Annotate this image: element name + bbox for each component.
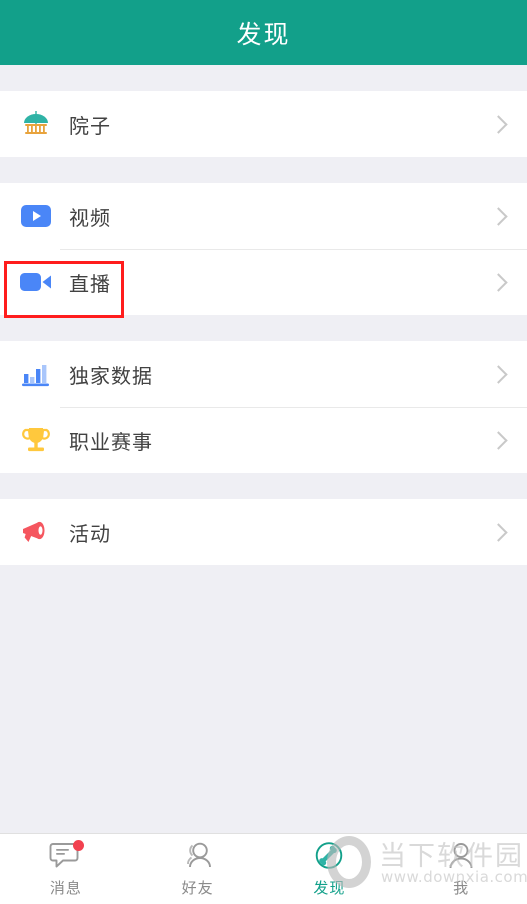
section-gap: [0, 315, 527, 341]
discover-list: 院子 视频 直播 独家数据 职业赛事 活动: [0, 65, 527, 833]
trophy-icon: [19, 423, 53, 457]
unread-badge: [72, 839, 84, 851]
chevron-right-icon: [489, 114, 508, 134]
section-gap: [0, 473, 527, 499]
list-group-2: 视频 直播: [0, 183, 527, 315]
list-item-live[interactable]: 直播: [0, 249, 527, 315]
tab-discover[interactable]: 发现: [264, 834, 396, 904]
list-item-video[interactable]: 视频: [0, 183, 527, 249]
list-item-exclusive-data[interactable]: 独家数据: [0, 341, 527, 407]
list-item-activities[interactable]: 活动: [0, 499, 527, 565]
tab-label: 我: [453, 878, 470, 897]
chevron-right-icon: [489, 522, 508, 542]
chevron-right-icon: [489, 206, 508, 226]
bar-chart-icon: [19, 357, 53, 391]
chevron-right-icon: [489, 272, 508, 292]
chat-bubble-icon: [49, 839, 84, 872]
list-item-label: 活动: [69, 521, 111, 546]
app-screen: 发现 院子 视频 直播 独家数据 职业赛事 活动 当下软件园 www.downx…: [0, 0, 527, 904]
tab-label: 消息: [49, 878, 82, 897]
page-header: 发现: [0, 0, 527, 65]
tab-messages[interactable]: 消息: [0, 834, 132, 904]
list-item-label: 独家数据: [69, 363, 153, 388]
list-item-label: 职业赛事: [69, 429, 153, 454]
page-title: 发现: [236, 19, 291, 49]
list-group-3: 独家数据 职业赛事: [0, 341, 527, 473]
tab-label: 好友: [181, 878, 214, 897]
video-play-icon: [19, 199, 53, 233]
chevron-right-icon: [489, 364, 508, 384]
list-group-4: 活动: [0, 499, 527, 565]
section-gap: [0, 157, 527, 183]
profile-icon: [444, 841, 478, 872]
list-item-courtyard[interactable]: 院子: [0, 91, 527, 157]
tab-label: 发现: [313, 878, 346, 897]
parasol-icon: [19, 107, 53, 141]
list-item-label: 直播: [69, 271, 111, 296]
megaphone-icon: [19, 515, 53, 549]
friends-icon: [181, 841, 215, 872]
list-item-pro-events[interactable]: 职业赛事: [0, 407, 527, 473]
live-camera-icon: [19, 265, 53, 299]
section-gap: [0, 65, 527, 91]
list-item-label: 院子: [69, 113, 111, 138]
bone-compass-icon: [312, 841, 346, 872]
tab-friends[interactable]: 好友: [132, 834, 264, 904]
list-group-1: 院子: [0, 91, 527, 157]
chevron-right-icon: [489, 430, 508, 450]
bottom-tab-bar: 消息 好友 发现 我: [0, 833, 527, 904]
tab-profile[interactable]: 我: [395, 834, 527, 904]
list-item-label: 视频: [69, 205, 111, 230]
